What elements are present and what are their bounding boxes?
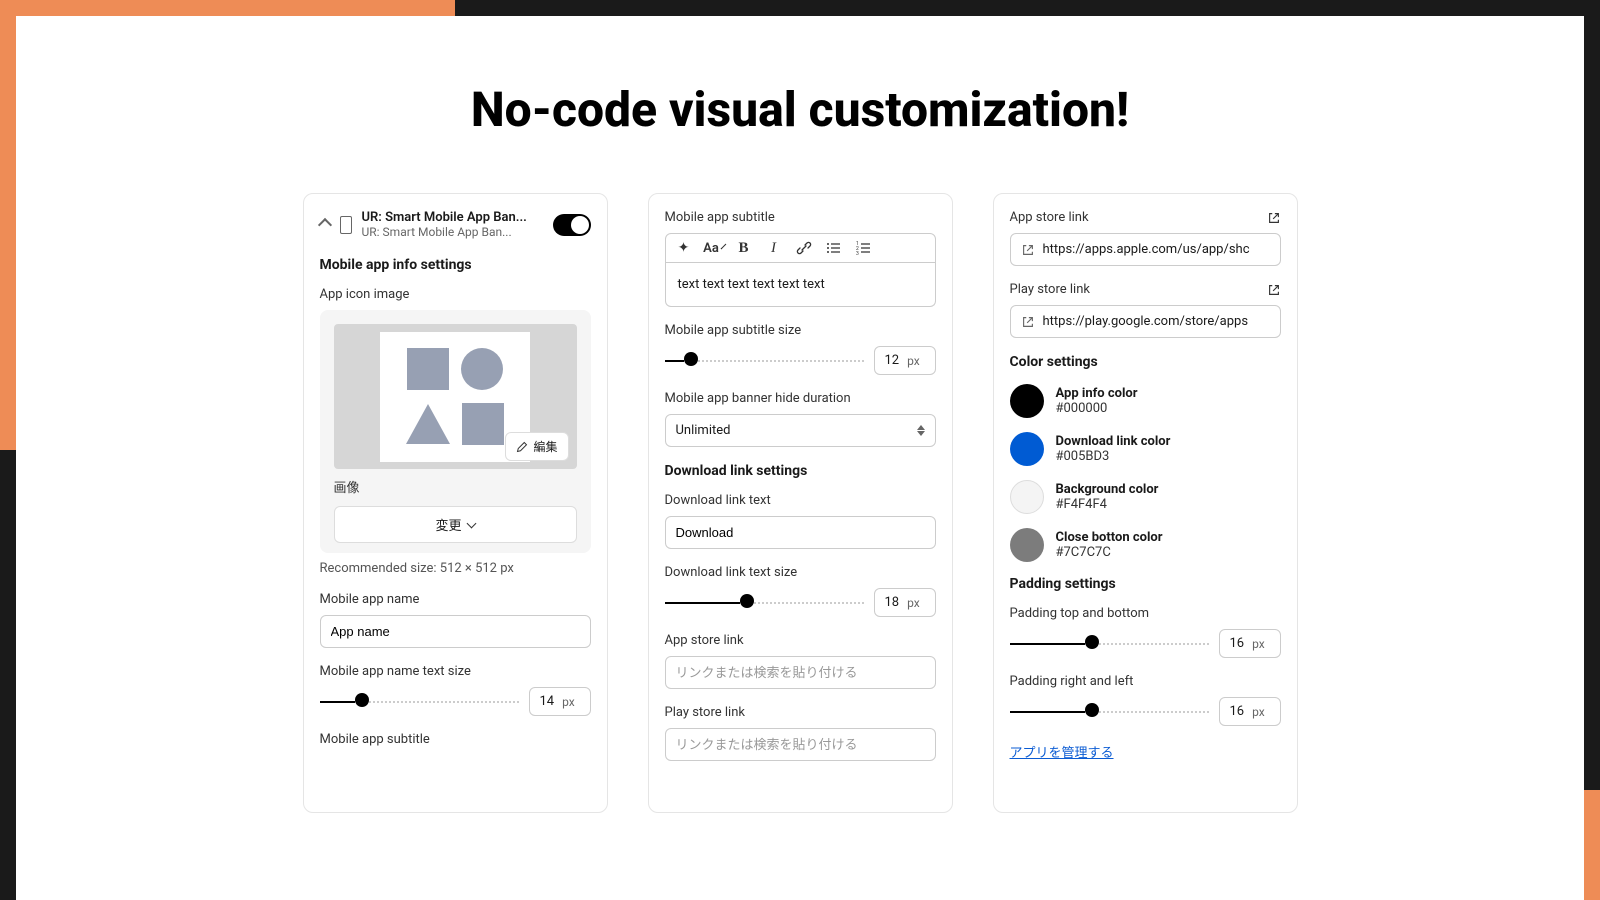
external-link-icon[interactable] [1267,283,1281,297]
subtitle-textarea[interactable]: text text text text text text [665,263,936,307]
subtitle-label: Mobile app subtitle [665,210,936,225]
edit-image-button[interactable]: 編集 [505,432,568,461]
external-link-icon[interactable] [1267,211,1281,225]
link-button[interactable] [796,240,812,256]
color-name: Close botton color [1056,530,1163,545]
settings-panel-3: App store link https://apps.apple.com/us… [993,193,1298,813]
color-name: Background color [1056,482,1159,497]
download-size-label: Download link text size [665,565,936,580]
subtitle-size-value[interactable]: 12 px [874,346,936,375]
play-store-url-input[interactable]: https://play.google.com/store/apps [1010,305,1281,338]
color-hex: #000000 [1056,401,1138,416]
sparkle-icon[interactable]: ✦ [676,240,692,256]
select-arrows-icon [917,425,925,436]
block-subtitle: UR: Smart Mobile App Ban... [362,225,543,239]
italic-button[interactable]: I [766,240,782,256]
app-store-link-label: App store link [665,633,936,648]
numbered-list-button[interactable]: 123 [856,240,872,256]
hide-duration-select[interactable]: Unlimited [665,414,936,447]
color-row: App info color#000000 [1010,384,1281,418]
bullet-list-button[interactable] [826,240,842,256]
download-size-value[interactable]: 18 px [874,588,936,617]
color-name: Download link color [1056,434,1171,449]
change-image-button[interactable]: 変更 [334,506,577,543]
settings-panel-2: Mobile app subtitle ✦ Aa B I [648,193,953,813]
chevron-up-icon[interactable] [317,217,331,231]
color-swatch[interactable] [1010,480,1044,514]
color-name: App info color [1056,386,1138,401]
app-store-url-input[interactable]: https://apps.apple.com/us/app/shc [1010,233,1281,266]
subtitle-label: Mobile app subtitle [320,732,591,747]
subtitle-size-label: Mobile app subtitle size [665,323,936,338]
padding-tb-slider[interactable] [1010,641,1209,647]
settings-panel-1: UR: Smart Mobile App Ban... UR: Smart Mo… [303,193,608,813]
download-text-input[interactable] [665,516,936,549]
subtitle-size-slider[interactable] [665,358,864,364]
color-hex: #7C7C7C [1056,545,1163,560]
pencil-icon [516,441,528,453]
padding-rl-slider[interactable] [1010,709,1209,715]
svg-text:3: 3 [856,251,859,256]
chevron-down-icon [466,518,476,528]
app-name-size-slider[interactable] [320,699,519,705]
download-section-heading: Download link settings [665,463,936,479]
app-name-size-value[interactable]: 14 px [529,687,591,716]
color-row: Close botton color#7C7C7C [1010,528,1281,562]
image-preview: 編集 [334,324,577,469]
app-icon-label: App icon image [320,287,591,302]
app-name-input[interactable] [320,615,591,648]
color-row: Download link color#005BD3 [1010,432,1281,466]
padding-rl-value[interactable]: 16 px [1219,697,1281,726]
color-swatch[interactable] [1010,432,1044,466]
placeholder-shape [407,348,449,390]
color-hex: #005BD3 [1056,449,1171,464]
placeholder-shape [406,404,450,444]
padding-rl-label: Padding right and left [1010,674,1281,689]
play-store-link-label: Play store link [1010,282,1090,297]
color-row: Background color#F4F4F4 [1010,480,1281,514]
play-store-link-label: Play store link [665,705,936,720]
rich-text-toolbar: ✦ Aa B I 123 [665,233,936,263]
external-link-icon [1021,243,1035,257]
placeholder-shape [462,403,504,445]
chevron-down-icon [721,244,727,250]
manage-app-link[interactable]: アプリを管理する [1010,746,1114,761]
app-name-size-label: Mobile app name text size [320,664,591,679]
block-title: UR: Smart Mobile App Ban... [362,210,543,225]
app-store-link-input[interactable] [665,656,936,689]
color-hex: #F4F4F4 [1056,497,1159,512]
recommended-size-hint: Recommended size: 512 × 512 px [320,561,591,576]
page-title: No-code visual customization! [16,81,1584,138]
bold-button[interactable]: B [736,240,752,256]
download-text-label: Download link text [665,493,936,508]
color-swatch[interactable] [1010,384,1044,418]
section-heading: Mobile app info settings [320,257,591,273]
image-caption: 画像 [334,477,577,496]
mobile-icon [340,216,352,234]
play-store-link-input[interactable] [665,728,936,761]
visibility-toggle[interactable] [553,214,591,236]
padding-tb-value[interactable]: 16 px [1219,629,1281,658]
hide-duration-label: Mobile app banner hide duration [665,391,936,406]
color-swatch[interactable] [1010,528,1044,562]
app-name-label: Mobile app name [320,592,591,607]
placeholder-shape [461,348,503,390]
font-picker[interactable]: Aa [706,240,722,256]
padding-section-heading: Padding settings [1010,576,1281,592]
download-size-slider[interactable] [665,600,864,606]
external-link-icon [1021,315,1035,329]
color-section-heading: Color settings [1010,354,1281,370]
app-store-link-label: App store link [1010,210,1089,225]
padding-tb-label: Padding top and bottom [1010,606,1281,621]
